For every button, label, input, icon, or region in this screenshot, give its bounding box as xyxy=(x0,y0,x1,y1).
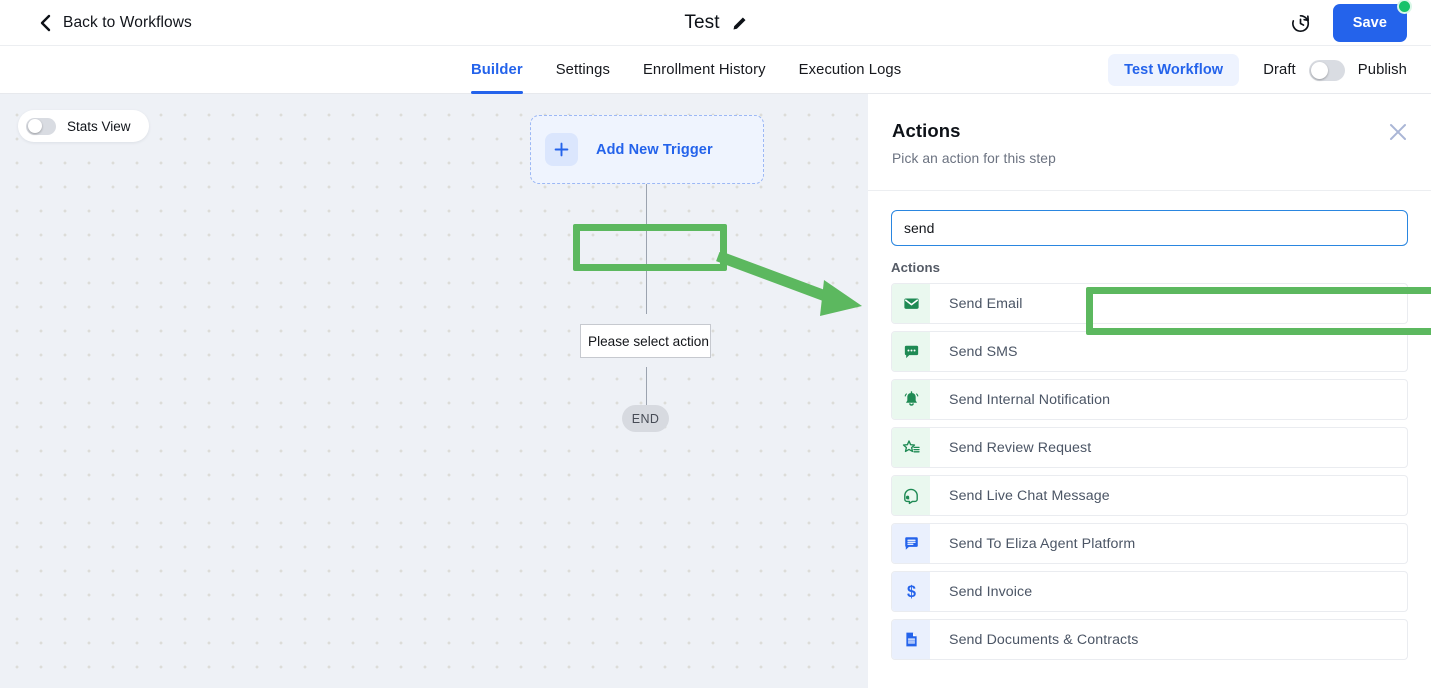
action-item-label: Send Internal Notification xyxy=(949,391,1111,408)
search-input[interactable] xyxy=(891,210,1408,246)
stats-view-toggle[interactable] xyxy=(26,117,56,135)
add-new-trigger-button[interactable]: Add New Trigger xyxy=(530,115,764,184)
publish-label: Publish xyxy=(1357,62,1407,78)
publish-toggle[interactable] xyxy=(1308,59,1345,81)
action-item-send-sms[interactable]: Send SMS xyxy=(891,331,1408,372)
workflow-canvas[interactable]: Stats View Add New Trigger Please select… xyxy=(0,94,868,688)
plus-icon xyxy=(545,133,578,166)
tab-bar-actions: Test Workflow Draft Publish xyxy=(1108,46,1407,94)
connector-line-action-to-end xyxy=(645,367,647,405)
headset-chat-icon xyxy=(892,476,930,515)
unsaved-changes-badge xyxy=(1397,0,1412,14)
stats-view-label: Stats View xyxy=(67,118,131,134)
star-list-icon xyxy=(892,428,930,467)
action-search-wrapper xyxy=(868,191,1431,246)
dollar-sign-icon: $ xyxy=(892,572,930,611)
action-item-send-live-chat-message[interactable]: Send Live Chat Message xyxy=(891,475,1408,516)
action-item-label: Send To Eliza Agent Platform xyxy=(949,535,1136,552)
actions-list-header: Actions xyxy=(891,260,941,275)
envelope-icon xyxy=(892,284,930,323)
actions-panel: Actions Pick an action for this step Act… xyxy=(868,94,1431,688)
top-bar-actions: Save xyxy=(1290,0,1412,46)
action-item-label: Send Review Request xyxy=(949,439,1092,456)
document-icon xyxy=(892,620,930,659)
publish-toggle-group: Draft Publish xyxy=(1263,59,1407,81)
back-to-workflows-label: Back to Workflows xyxy=(63,13,192,31)
message-lines-icon xyxy=(892,524,930,563)
publish-toggle-knob xyxy=(1310,61,1328,79)
close-icon[interactable] xyxy=(1387,121,1409,143)
action-item-send-internal-notification[interactable]: Send Internal Notification xyxy=(891,379,1408,420)
tab-settings[interactable]: Settings xyxy=(556,46,610,94)
tab-builder[interactable]: Builder xyxy=(471,46,523,94)
chevron-left-icon xyxy=(40,14,51,31)
action-item-send-to-eliza-agent-platform[interactable]: Send To Eliza Agent Platform xyxy=(891,523,1408,564)
actions-panel-subtitle: Pick an action for this step xyxy=(892,151,1056,166)
tab-bar: Builder Settings Enrollment History Exec… xyxy=(0,46,1431,94)
action-item-label: Send Live Chat Message xyxy=(949,487,1110,504)
draft-label: Draft xyxy=(1263,62,1296,78)
history-clock-icon[interactable] xyxy=(1290,13,1311,34)
actions-list: Send Email Send SMS Send Internal Notifi… xyxy=(868,283,1431,660)
action-item-send-email[interactable]: Send Email xyxy=(891,283,1408,324)
action-item-label: Send Invoice xyxy=(949,583,1033,600)
svg-text:$: $ xyxy=(907,583,916,601)
workflow-title-group: Test xyxy=(0,0,1431,46)
action-item-label: Send SMS xyxy=(949,343,1018,360)
action-item-label: Send Email xyxy=(949,295,1023,312)
action-item-label: Send Documents & Contracts xyxy=(949,631,1139,648)
chat-bubble-dots-icon xyxy=(892,332,930,371)
stats-view-toggle-knob xyxy=(28,119,42,133)
test-workflow-button[interactable]: Test Workflow xyxy=(1108,54,1240,86)
save-button-wrapper: Save xyxy=(1332,0,1412,42)
connector-line-trigger-to-action xyxy=(645,184,647,314)
save-button[interactable]: Save xyxy=(1332,4,1407,42)
action-item-send-documents-contracts[interactable]: Send Documents & Contracts xyxy=(891,619,1408,660)
tab-enrollment-history[interactable]: Enrollment History xyxy=(643,46,766,94)
tab-execution-logs[interactable]: Execution Logs xyxy=(799,46,902,94)
bell-icon xyxy=(892,380,930,419)
top-bar: Back to Workflows Test Save xyxy=(0,0,1431,46)
actions-panel-header: Actions Pick an action for this step xyxy=(868,94,1431,191)
pencil-icon[interactable] xyxy=(732,16,747,31)
action-item-send-invoice[interactable]: $ Send Invoice xyxy=(891,571,1408,612)
end-node: END xyxy=(622,405,669,432)
stats-view-toggle-pill[interactable]: Stats View xyxy=(18,110,149,142)
back-to-workflows-button[interactable]: Back to Workflows xyxy=(38,14,192,32)
actions-panel-title: Actions xyxy=(892,120,961,141)
select-action-node[interactable]: Please select action xyxy=(580,324,711,358)
tab-list: Builder Settings Enrollment History Exec… xyxy=(471,46,901,94)
add-new-trigger-label: Add New Trigger xyxy=(596,141,713,158)
action-item-send-review-request[interactable]: Send Review Request xyxy=(891,427,1408,468)
page-title: Test xyxy=(684,12,720,33)
